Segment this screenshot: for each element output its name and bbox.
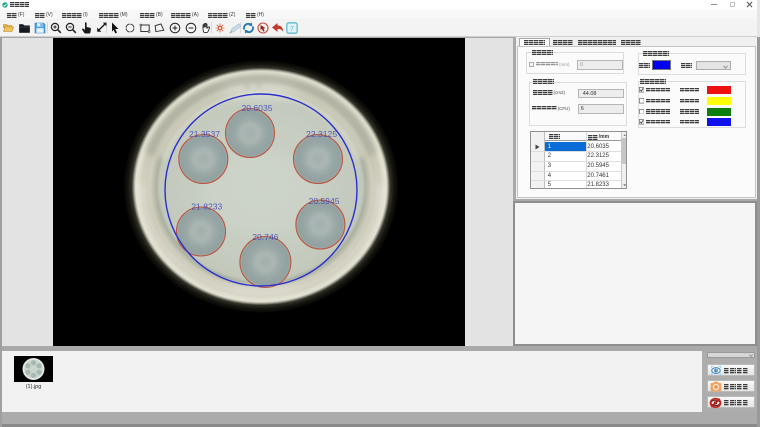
svg-text:22.3125: 22.3125 [306, 129, 337, 139]
svg-text:20.5945: 20.5945 [308, 196, 339, 206]
svg-text:20.746: 20.746 [252, 232, 279, 242]
svg-text:21.8233: 21.8233 [191, 202, 222, 212]
svg-text:7: 7 [290, 26, 294, 33]
svg-text:20.6035: 20.6035 [241, 103, 272, 113]
svg-text:21.3537: 21.3537 [189, 129, 220, 139]
